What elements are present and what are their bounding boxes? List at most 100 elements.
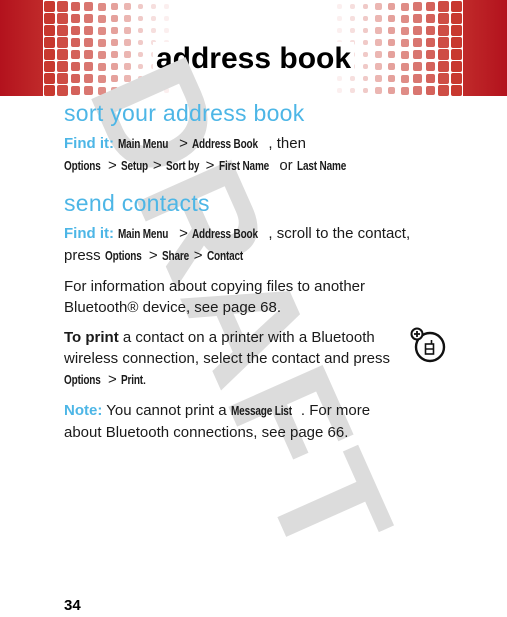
bluetooth-phone-feature-icon: [410, 327, 446, 363]
section-send-contacts: send contacts Find it: Main Menu > Addre…: [64, 190, 414, 443]
separator: >: [179, 225, 188, 242]
header-square: [387, 86, 396, 95]
print-paragraph: To print a contact on a printer with a B…: [64, 327, 394, 391]
path-text: press: [64, 247, 101, 264]
find-it-label: Find it:: [64, 225, 114, 242]
header-square: [375, 3, 382, 10]
header-square: [70, 1, 81, 12]
header-square: [451, 13, 462, 24]
menu-key-main-menu: Main Menu: [118, 227, 169, 241]
separator: >: [152, 157, 162, 174]
menu-key-last-name: Last Name: [296, 159, 346, 173]
header-square: [84, 2, 93, 11]
print-end: .: [142, 371, 147, 388]
header-square: [97, 2, 106, 11]
header-square: [164, 4, 169, 9]
header-square: [362, 75, 369, 82]
path-text: , scroll to the contact,: [268, 225, 411, 242]
header-square: [57, 25, 68, 36]
header-square: [337, 76, 342, 81]
header-square: [44, 1, 55, 12]
header-square: [350, 16, 355, 21]
header-square: [44, 85, 55, 96]
header-square: [400, 2, 409, 11]
menu-key-contact: Contact: [206, 249, 243, 263]
separator: >: [193, 247, 203, 264]
menu-key-setup: Setup: [120, 159, 148, 173]
header-square: [400, 26, 409, 35]
separator: >: [148, 247, 158, 264]
header-square: [164, 28, 169, 33]
header-square: [438, 13, 449, 24]
menu-key-options: Options: [104, 249, 142, 263]
header-square: [438, 1, 449, 12]
header-square: [97, 14, 106, 23]
header-square: [151, 4, 156, 9]
header-square: [387, 14, 396, 23]
header-square: [375, 15, 382, 22]
header-square: [44, 13, 55, 24]
header-square: [350, 88, 355, 93]
header-square: [451, 85, 462, 96]
header-square: [151, 16, 156, 21]
menu-key-options: Options: [64, 159, 101, 173]
header-square: [413, 26, 422, 35]
header-square: [337, 4, 342, 9]
header-square: [110, 14, 119, 23]
header-square: [124, 15, 131, 22]
note-text: You cannot print a: [102, 402, 231, 419]
header-square: [375, 87, 382, 94]
menu-key-sort-by: Sort by: [165, 159, 200, 173]
chapter-title: address book: [0, 42, 507, 76]
header-square: [137, 27, 144, 34]
section-sort-address-book: sort your address book Find it: Main Men…: [64, 100, 414, 177]
header-square: [362, 15, 369, 22]
header-square: [57, 85, 68, 96]
find-it-path: Find it: Main Menu > Address Book, then …: [64, 133, 414, 177]
header-square: [337, 28, 342, 33]
header-square: [387, 2, 396, 11]
header-square: [137, 15, 144, 22]
print-lead: To print: [64, 329, 119, 346]
header-square: [137, 3, 144, 10]
header-square: [44, 25, 55, 36]
header-square: [362, 3, 369, 10]
header-square: [57, 1, 68, 12]
header-square: [413, 2, 422, 11]
menu-key-options: Options: [64, 373, 101, 387]
header-square: [451, 25, 462, 36]
header-square: [413, 86, 422, 95]
header-square: [70, 25, 81, 36]
separator: >: [205, 157, 215, 174]
header-square: [337, 16, 342, 21]
header-square: [124, 3, 131, 10]
menu-key-message-list: Message List: [230, 404, 292, 418]
header-square: [151, 28, 156, 33]
header-square: [387, 26, 396, 35]
header-square: [350, 76, 355, 81]
menu-key-address-book: Address Book: [192, 227, 258, 241]
header-square: [375, 27, 382, 34]
menu-key-share: Share: [161, 249, 189, 263]
header-square: [438, 25, 449, 36]
header-square: [362, 27, 369, 34]
menu-key-address-book: Address Book: [192, 137, 258, 151]
header-square: [425, 13, 436, 24]
header-square: [425, 1, 436, 12]
header-square: [337, 88, 342, 93]
header-square: [164, 16, 169, 21]
note-paragraph: Note: You cannot print a Message List. F…: [64, 400, 409, 443]
path-text: or: [279, 157, 293, 174]
section-heading: send contacts: [64, 190, 210, 216]
find-it-path: Find it: Main Menu > Address Book , scrol…: [64, 223, 414, 267]
header-square: [438, 85, 449, 96]
separator: >: [108, 157, 117, 174]
page-number: 34: [64, 597, 81, 614]
header-square: [400, 86, 409, 95]
header-square: [84, 14, 93, 23]
header-square: [97, 26, 106, 35]
header-square: [451, 1, 462, 12]
header-square: [110, 2, 119, 11]
header-square: [70, 13, 81, 24]
menu-key-main-menu: Main Menu: [118, 137, 169, 151]
